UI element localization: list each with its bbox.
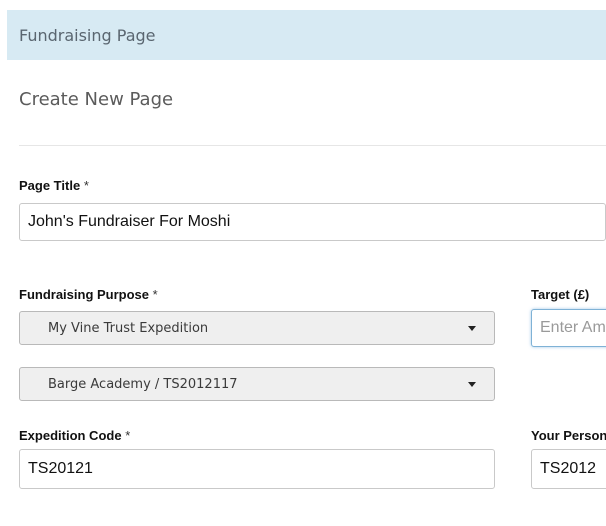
- required-mark: *: [83, 178, 89, 193]
- sub-purpose-select[interactable]: Barge Academy / TS2012117: [19, 367, 495, 401]
- fundraising-purpose-select[interactable]: My Vine Trust Expedition: [19, 311, 495, 345]
- your-personal-input[interactable]: [531, 449, 606, 489]
- page-title-label-text: Page Title: [19, 178, 81, 193]
- target-amount-input[interactable]: [531, 309, 606, 347]
- your-personal-label-text: Your Personal: [531, 428, 606, 443]
- your-personal-label: Your Personal: [531, 428, 606, 443]
- expedition-code-input[interactable]: [19, 449, 495, 489]
- target-label-text: Target (£): [531, 287, 590, 302]
- expedition-code-label: Expedition Code *: [19, 428, 130, 443]
- fundraising-purpose-label: Fundraising Purpose *: [19, 287, 158, 302]
- expedition-code-label-text: Expedition Code: [19, 428, 122, 443]
- chevron-down-icon: [468, 382, 476, 387]
- required-mark: *: [125, 428, 131, 443]
- target-label: Target (£): [531, 287, 606, 302]
- divider: [19, 145, 606, 146]
- page-title-input[interactable]: [19, 203, 606, 241]
- page-header-title: Fundraising Page: [19, 25, 156, 45]
- page-title-label: Page Title *: [19, 178, 89, 193]
- chevron-down-icon: [468, 326, 476, 331]
- fundraising-purpose-label-text: Fundraising Purpose: [19, 287, 150, 302]
- required-mark: *: [152, 287, 158, 302]
- page-subtitle: Create New Page: [19, 89, 174, 110]
- sub-purpose-select-value: Barge Academy / TS2012117: [48, 376, 238, 392]
- fundraising-purpose-select-value: My Vine Trust Expedition: [48, 320, 209, 336]
- page-header: Fundraising Page: [7, 10, 606, 60]
